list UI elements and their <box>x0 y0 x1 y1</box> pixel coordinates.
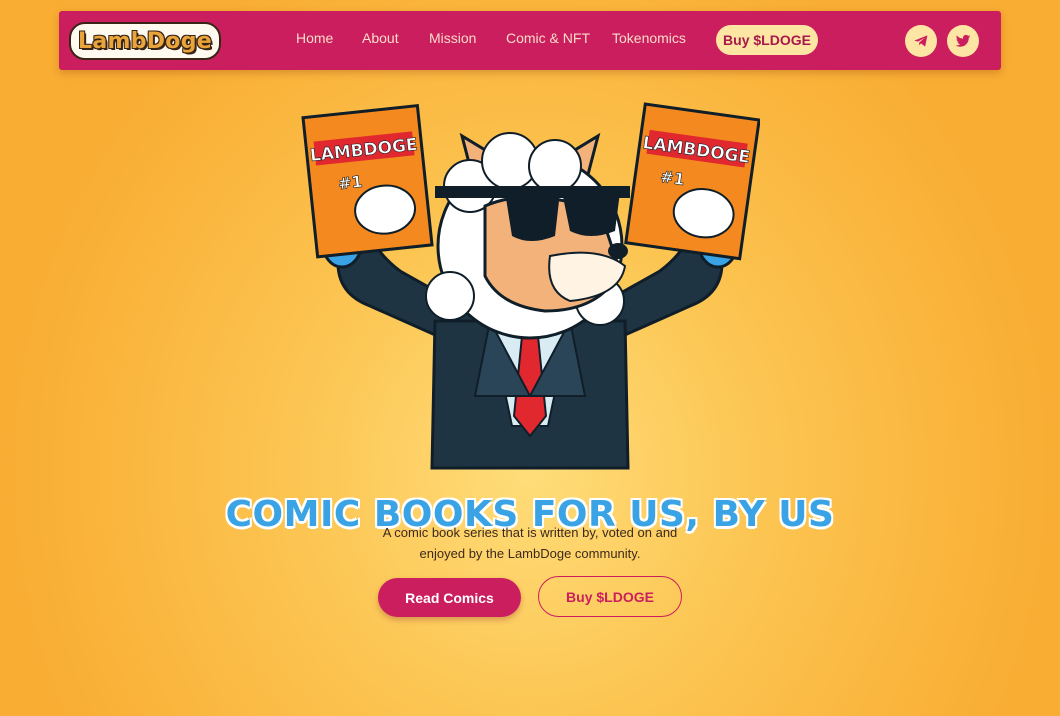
twitter-icon <box>955 34 971 47</box>
lambdoge-mascot-illustration: LAMBDOGE #1 LAMBDOGE #1 <box>301 102 760 470</box>
hero-subtitle: A comic book series that is written by, … <box>330 522 730 564</box>
comic-book-right: LAMBDOGE #1 <box>624 102 760 261</box>
logo-text: LambDoge <box>78 28 212 54</box>
telegram-button[interactable] <box>905 25 937 57</box>
nav-buy-button[interactable]: Buy $LDOGE <box>716 25 818 55</box>
nav-link-about[interactable]: About <box>362 30 399 46</box>
comic-book-left: LAMBDOGE #1 <box>301 103 434 259</box>
comic-issue-number: #1 <box>337 172 363 193</box>
nav-link-mission[interactable]: Mission <box>429 30 476 46</box>
nav-link-comic-nft[interactable]: Comic & NFT <box>506 30 590 46</box>
hero-subtitle-line: enjoyed by the LambDoge community. <box>419 546 641 561</box>
hero-subtitle-line: A comic book series that is written by, … <box>382 525 678 540</box>
nav-link-tokenomics[interactable]: Tokenomics <box>612 30 686 46</box>
read-comics-button[interactable]: Read Comics <box>378 578 521 617</box>
twitter-button[interactable] <box>947 25 979 57</box>
mascot-body <box>430 318 630 470</box>
buy-ldoge-button[interactable]: Buy $LDOGE <box>538 576 682 617</box>
nav-link-home[interactable]: Home <box>296 30 333 46</box>
telegram-icon <box>914 35 928 47</box>
top-navigation-bar: LambDoge Home About Mission Comic & NFT … <box>59 11 1001 70</box>
comic-issue-number: #1 <box>659 167 686 189</box>
lambdoge-logo[interactable]: LambDoge <box>69 22 221 60</box>
